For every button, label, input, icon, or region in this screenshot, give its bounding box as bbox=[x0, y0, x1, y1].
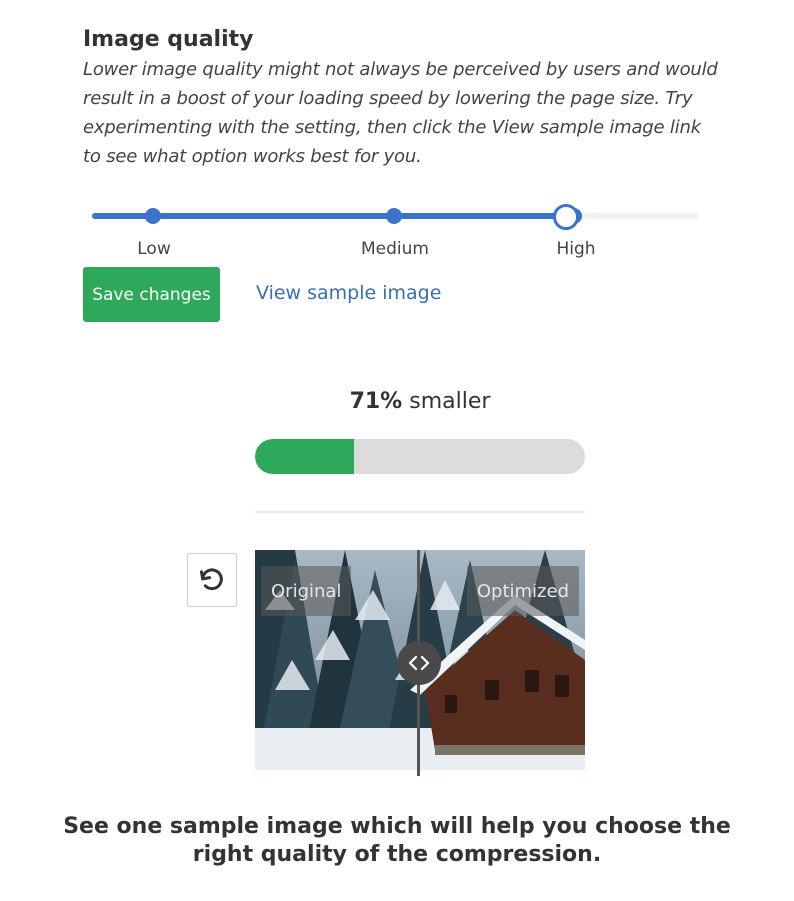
quality-slider[interactable] bbox=[92, 204, 698, 230]
slider-stop-medium[interactable] bbox=[386, 208, 402, 224]
slider-stop-low[interactable] bbox=[145, 208, 161, 224]
slider-label-medium: Medium bbox=[361, 239, 429, 259]
section-divider bbox=[255, 511, 585, 513]
compression-progress-bar bbox=[255, 439, 585, 474]
compression-progress-fill bbox=[255, 439, 354, 474]
compression-percent: 71% bbox=[349, 389, 403, 414]
section-description: Lower image quality might not always be … bbox=[83, 59, 718, 167]
slider-label-low: Low bbox=[137, 239, 171, 259]
slider-handle[interactable] bbox=[553, 204, 579, 230]
original-label: Original bbox=[261, 566, 352, 616]
view-sample-image-link[interactable]: View sample image bbox=[256, 282, 441, 304]
compression-suffix: smaller bbox=[409, 389, 491, 414]
optimized-label: Optimized bbox=[466, 566, 579, 616]
slider-track-fill bbox=[92, 213, 577, 219]
rotate-ccw-icon bbox=[199, 568, 223, 591]
footer-text: See one sample image which will help you… bbox=[63, 814, 731, 867]
slider-label-high: High bbox=[556, 239, 596, 259]
comparison-drag-handle[interactable] bbox=[397, 641, 441, 685]
section-title: Image quality bbox=[83, 27, 254, 52]
reset-button[interactable] bbox=[187, 553, 237, 607]
comparison-divider-tail bbox=[417, 768, 420, 776]
save-changes-button[interactable]: Save changes bbox=[83, 267, 220, 322]
compression-summary: 71% smaller bbox=[255, 389, 585, 414]
code-arrows-icon bbox=[408, 655, 430, 671]
